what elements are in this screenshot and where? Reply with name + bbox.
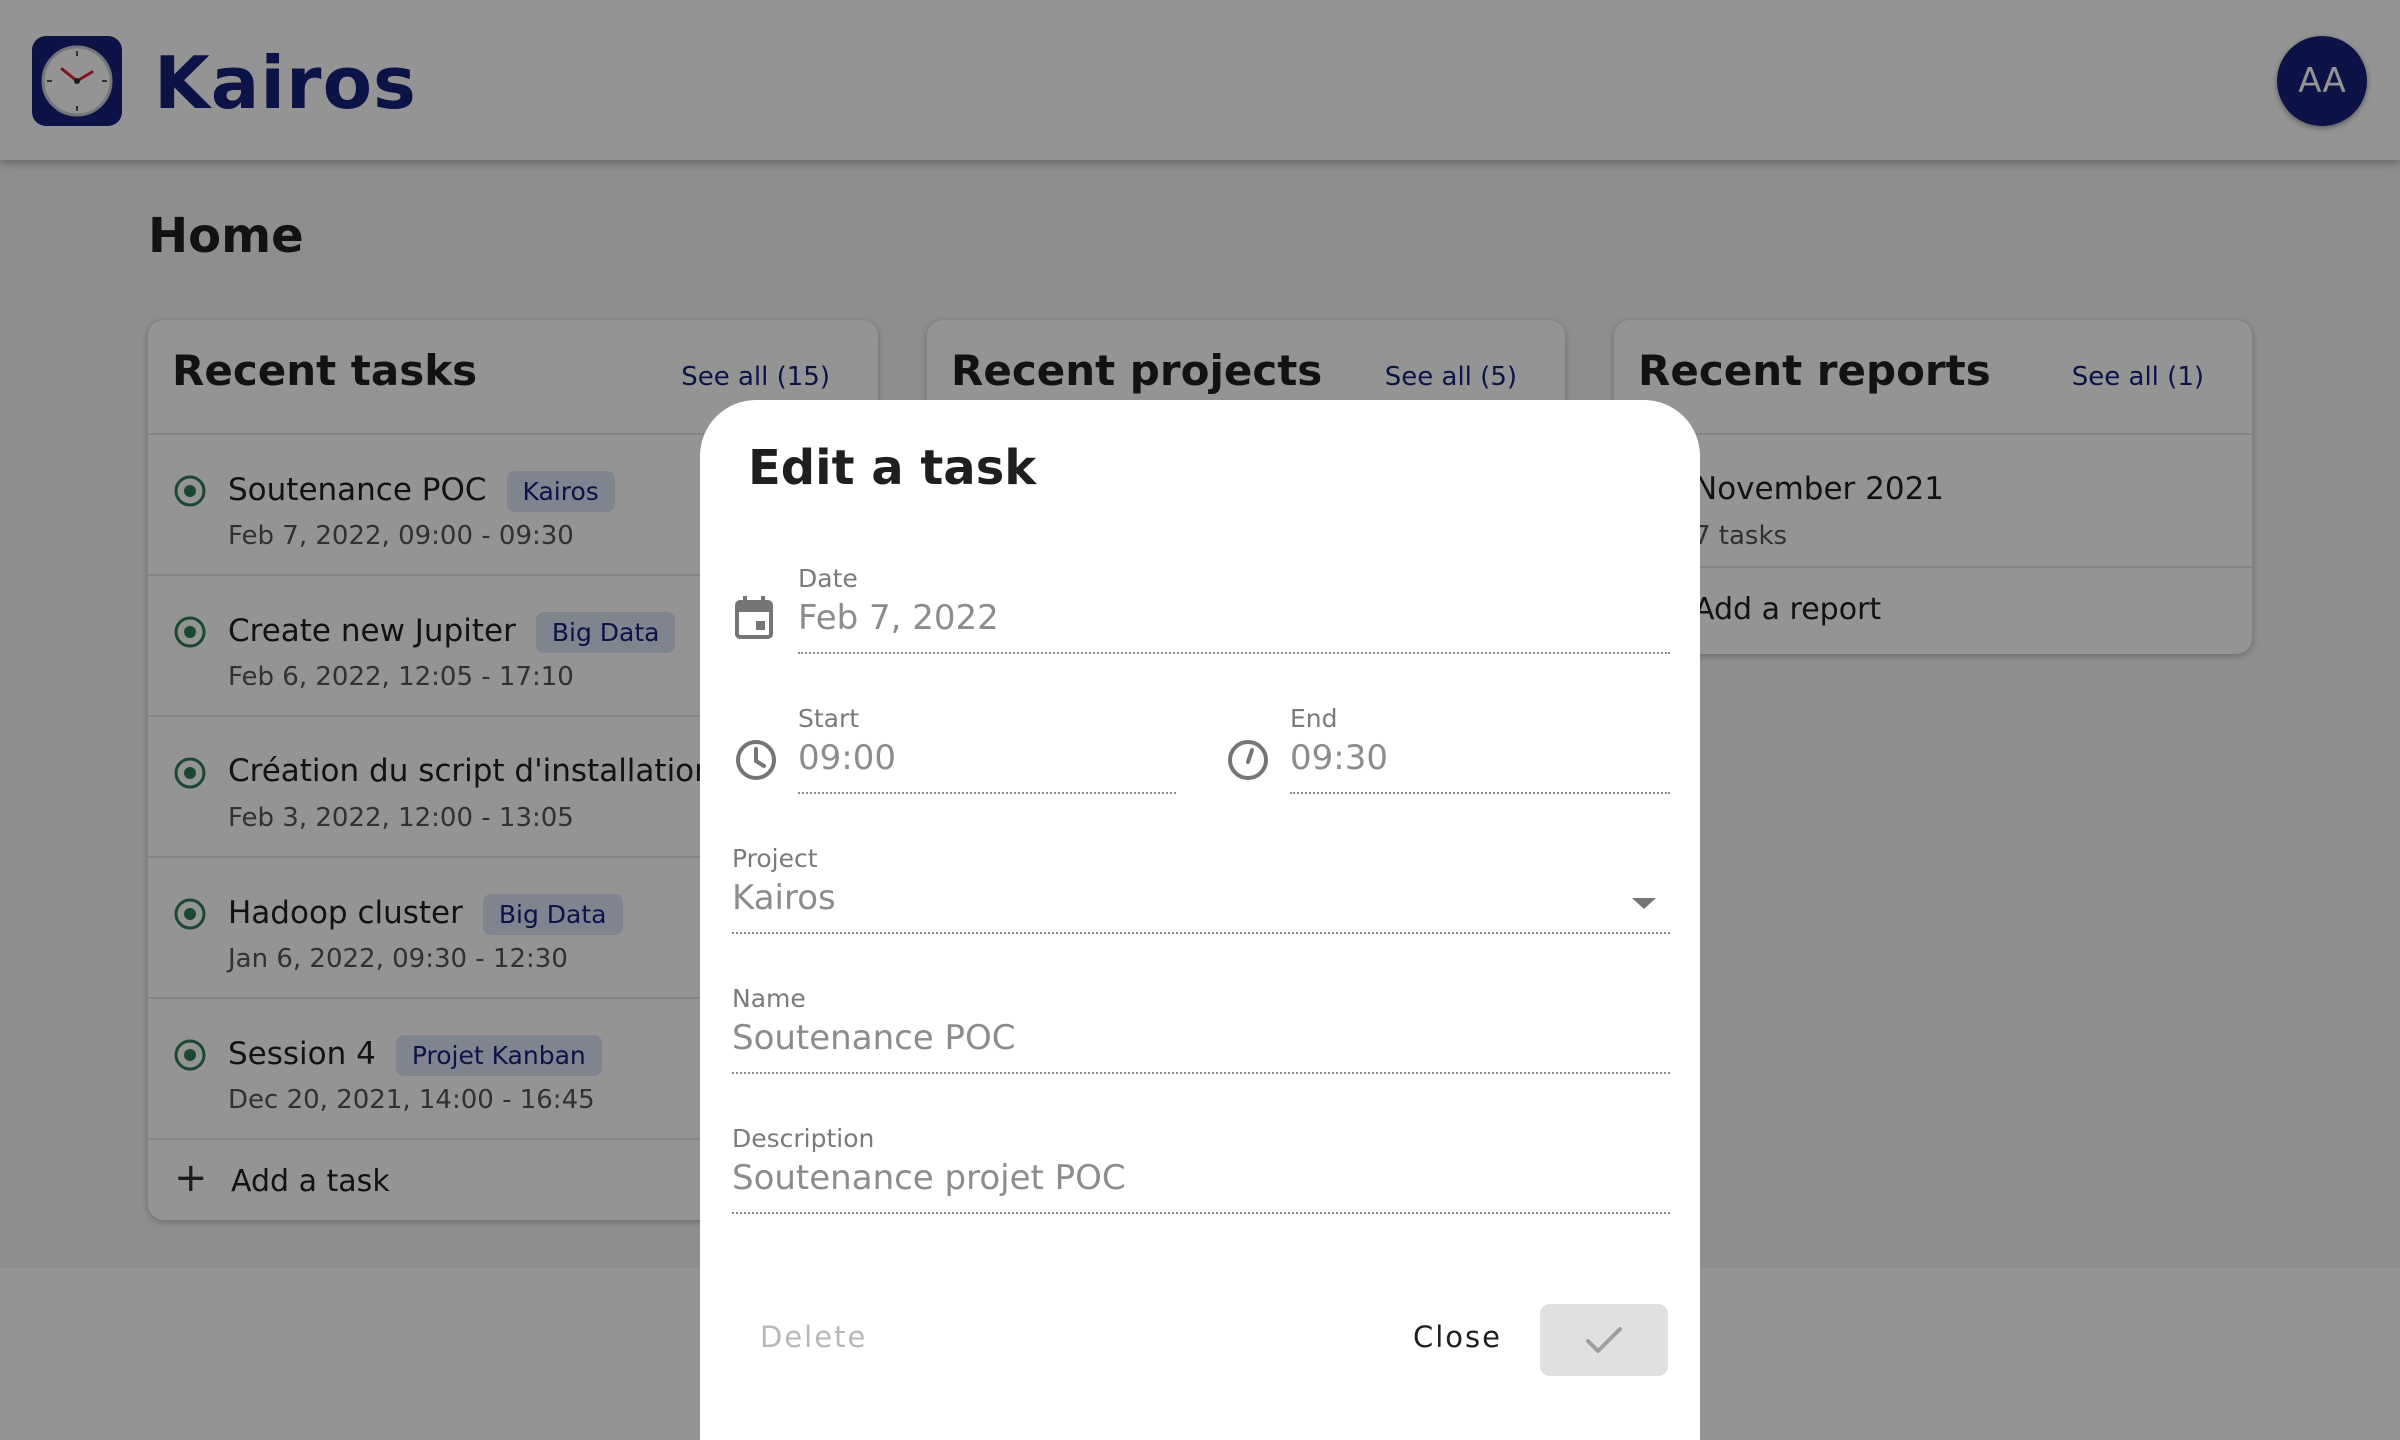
project-label: Project <box>732 844 818 873</box>
clock-end-icon <box>1228 740 1268 780</box>
end-time-field[interactable]: End 09:30 <box>1290 704 1670 794</box>
close-button[interactable]: Close <box>1413 1320 1502 1354</box>
calendar-icon <box>735 596 773 639</box>
delete-button[interactable]: Delete <box>760 1320 867 1354</box>
project-value: Kairos <box>732 878 836 918</box>
date-label: Date <box>798 564 858 593</box>
edit-task-dialog: Edit a task Date Feb 7, 2022 Start 09:00… <box>700 400 1700 1440</box>
description-field[interactable]: Description Soutenance projet POC <box>732 1124 1670 1214</box>
start-label: Start <box>798 704 860 733</box>
start-time-field[interactable]: Start 09:00 <box>798 704 1176 794</box>
field-underline <box>1290 792 1670 794</box>
dropdown-arrow-icon <box>1632 898 1656 909</box>
check-icon <box>1586 1327 1622 1353</box>
description-label: Description <box>732 1124 875 1153</box>
project-select[interactable]: Project Kairos <box>732 844 1670 934</box>
field-underline <box>798 792 1176 794</box>
end-label: End <box>1290 704 1338 733</box>
date-value: Feb 7, 2022 <box>798 598 999 638</box>
field-underline <box>732 1072 1670 1074</box>
name-field[interactable]: Name Soutenance POC <box>732 984 1670 1074</box>
clock-icon <box>736 740 776 780</box>
date-field[interactable]: Date Feb 7, 2022 <box>798 564 1670 654</box>
field-underline <box>732 932 1670 934</box>
description-value: Soutenance projet POC <box>732 1158 1126 1198</box>
end-value: 09:30 <box>1290 738 1388 778</box>
name-value: Soutenance POC <box>732 1018 1016 1058</box>
dialog-title: Edit a task <box>748 440 1037 496</box>
confirm-button[interactable] <box>1540 1304 1668 1376</box>
field-underline <box>732 1212 1670 1214</box>
start-value: 09:00 <box>798 738 896 778</box>
name-label: Name <box>732 984 806 1013</box>
field-underline <box>798 652 1670 654</box>
